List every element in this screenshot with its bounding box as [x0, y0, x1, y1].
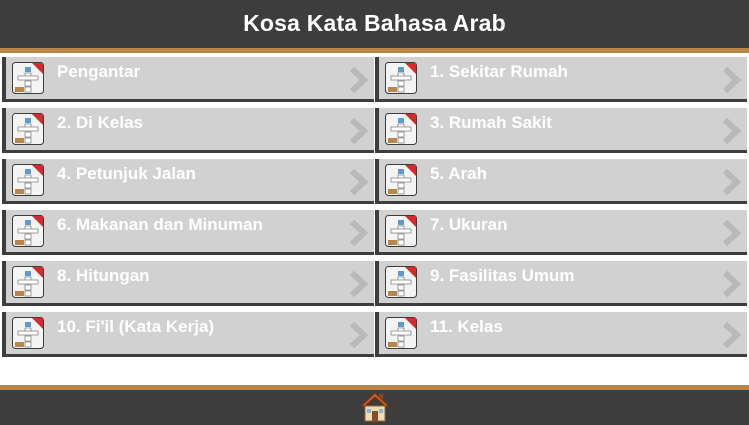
menu-item-ukuran[interactable]: 7. Ukuran [375, 210, 747, 255]
menu-item-kelas[interactable]: 11. Kelas [375, 312, 747, 357]
chevron-right-icon [722, 321, 742, 349]
chevron-right-icon [722, 168, 742, 196]
chevron-right-icon [722, 219, 742, 247]
chevron-right-icon [349, 66, 369, 94]
chevron-right-icon [722, 66, 742, 94]
menu-item-di-kelas[interactable]: 2. Di Kelas [2, 108, 374, 153]
menu-item-label: Pengantar [57, 62, 141, 81]
crossword-book-icon [12, 113, 44, 145]
menu-item-label: 7. Ukuran [430, 215, 508, 234]
menu-item-label: 11. Kelas [430, 317, 503, 336]
chevron-right-icon [722, 270, 742, 298]
menu-item-hitungan[interactable]: 8. Hitungan [2, 261, 374, 306]
crossword-book-icon [385, 113, 417, 145]
menu-item-fiil-kata-kerja[interactable]: 10. Fi'il (Kata Kerja) [2, 312, 374, 357]
menu-item-arah[interactable]: 5. Arah [375, 159, 747, 204]
menu-item-label: 10. Fi'il (Kata Kerja) [57, 317, 215, 336]
home-icon[interactable] [360, 391, 390, 423]
menu-item-petunjuk-jalan[interactable]: 4. Petunjuk Jalan [2, 159, 374, 204]
menu-item-label: 1. Sekitar Rumah [430, 62, 568, 81]
footer-bar [0, 385, 749, 425]
crossword-book-icon [385, 62, 417, 94]
chevron-right-icon [349, 168, 369, 196]
menu-item-label: 5. Arah [430, 164, 488, 183]
menu-item-pengantar[interactable]: Pengantar [2, 57, 374, 102]
menu-item-makanan-dan-minuman[interactable]: 6. Makanan dan Minuman [2, 210, 374, 255]
crossword-book-icon [12, 215, 44, 247]
menu-item-rumah-sakit[interactable]: 3. Rumah Sakit [375, 108, 747, 153]
crossword-book-icon [12, 317, 44, 349]
menu-item-fasilitas-umum[interactable]: 9. Fasilitas Umum [375, 261, 747, 306]
chevron-right-icon [349, 117, 369, 145]
crossword-book-icon [385, 266, 417, 298]
page-title: Kosa Kata Bahasa Arab [243, 9, 506, 36]
header-bar: Kosa Kata Bahasa Arab [0, 0, 749, 53]
crossword-book-icon [12, 164, 44, 196]
menu-item-label: 8. Hitungan [57, 266, 150, 285]
chevron-right-icon [349, 321, 369, 349]
app-screen: Kosa Kata Bahasa Arab Pengantar 1. Sekit… [0, 0, 749, 425]
menu-item-label: 9. Fasilitas Umum [430, 266, 575, 285]
menu-item-label: 2. Di Kelas [57, 113, 143, 132]
crossword-book-icon [12, 62, 44, 94]
chevron-right-icon [722, 117, 742, 145]
crossword-book-icon [12, 266, 44, 298]
menu-item-label: 3. Rumah Sakit [430, 113, 552, 132]
crossword-book-icon [385, 317, 417, 349]
menu-list: Pengantar 1. Sekitar Rumah 2. Di Kelas 3… [2, 57, 747, 357]
crossword-book-icon [385, 164, 417, 196]
menu-item-sekitar-rumah[interactable]: 1. Sekitar Rumah [375, 57, 747, 102]
crossword-book-icon [385, 215, 417, 247]
menu-item-label: 6. Makanan dan Minuman [57, 215, 263, 234]
chevron-right-icon [349, 219, 369, 247]
chevron-right-icon [349, 270, 369, 298]
menu-item-label: 4. Petunjuk Jalan [57, 164, 196, 183]
